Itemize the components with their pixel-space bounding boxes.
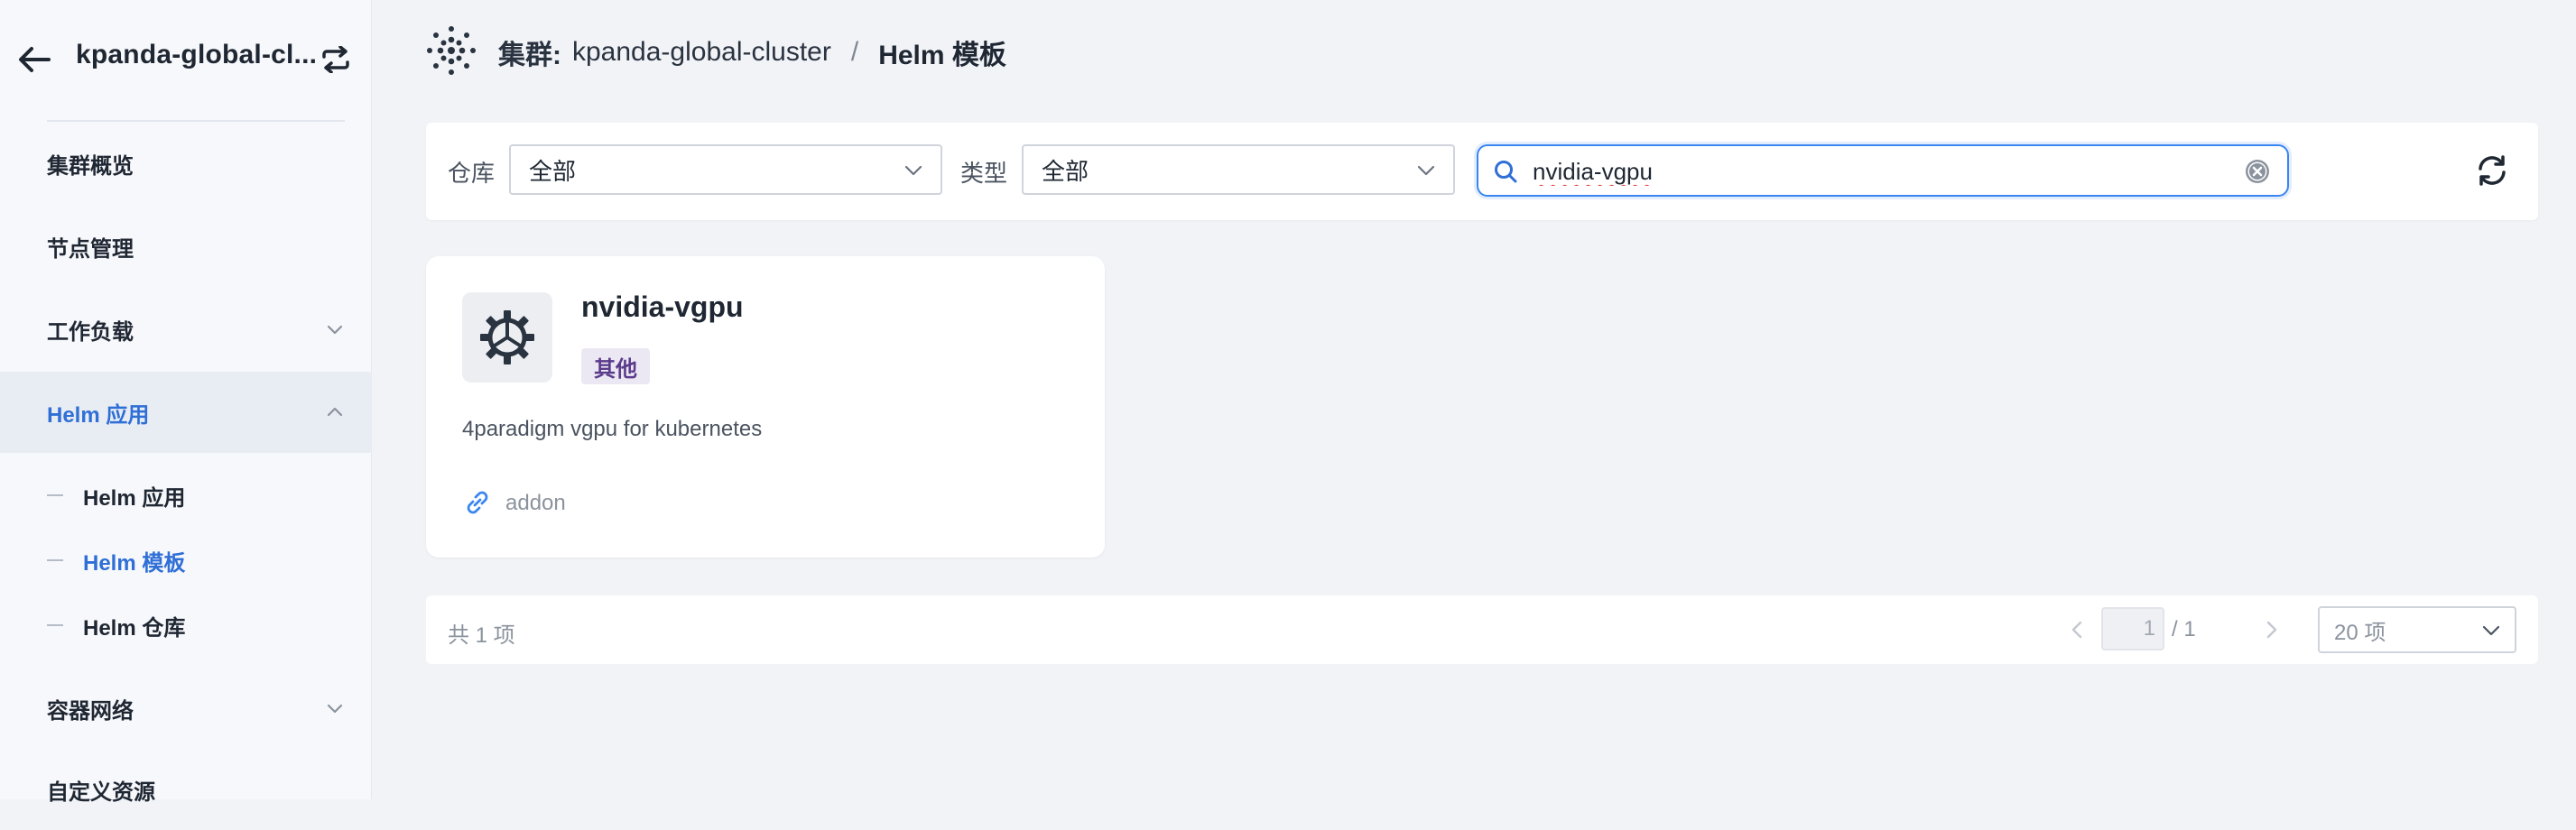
breadcrumb-separator: / [850,37,859,67]
sidebar-item-node-management[interactable]: 节点管理 [0,206,372,287]
sidebar-item-label: 集群概览 [47,153,134,179]
page-size-value: 20 项 [2334,620,2386,645]
sidebar-item-cluster-overview[interactable]: 集群概览 [0,123,372,204]
cluster-logo-icon [427,26,476,75]
chevron-down-icon [2482,625,2500,636]
sidebar-item-label: 自定义资源 [47,779,155,805]
chart-icon [462,292,552,383]
sidebar-item-workloads[interactable]: 工作负载 [0,289,372,370]
search-box[interactable] [1477,144,2289,197]
search-input[interactable] [1531,155,2220,188]
refresh-button[interactable] [2471,150,2513,191]
chevron-left-icon[interactable] [2062,613,2094,646]
page-number-input[interactable] [2101,607,2164,650]
sidebar-subitem-helm-repos[interactable]: Helm 仓库 [0,598,372,652]
cluster-title: kpanda-global-cl... [76,40,318,69]
sidebar-subitem-label: Helm 模板 [83,550,186,576]
breadcrumb-current: Helm 模板 [878,41,1006,70]
refresh-icon [2479,155,2506,186]
dash-marker [47,624,63,626]
chevron-right-icon[interactable] [2255,613,2287,646]
chevron-down-icon [327,704,343,714]
card-description: 4paradigm vgpu for kubernetes [462,417,763,441]
sidebar-item-custom-resources[interactable]: 自定义资源 [0,749,372,830]
sidebar-divider [47,120,345,122]
filter-bar: 仓库 全部 类型 全部 [426,123,2538,220]
sidebar-subitem-label: Helm 仓库 [83,615,186,641]
sidebar-item-helm-apps[interactable]: Helm 应用 [0,372,372,453]
card-title[interactable]: nvidia-vgpu [581,290,744,324]
total-count: 共 1 项 [448,623,515,648]
dash-marker [47,494,63,496]
category-tag: 其他 [581,348,650,384]
breadcrumb: 集群: kpanda-global-cluster / Helm 模板 [498,32,1006,72]
template-card[interactable]: nvidia-vgpu 其他 4paradigm vgpu for kubern… [426,256,1105,558]
dash-marker [47,559,63,561]
sidebar: kpanda-global-cl... 集群概览 节点管理 工作负载 Helm … [0,0,372,805]
card-repo-name: addon [505,491,566,515]
sidebar-subitem-helm-apps[interactable]: Helm 应用 [0,468,372,522]
sidebar-subitem-label: Helm 应用 [83,485,186,511]
sidebar-item-label: Helm 应用 [47,402,150,428]
chevron-down-icon [904,165,922,176]
page-total: / 1 [2172,617,2196,641]
breadcrumb-cluster-label: 集群: [498,41,561,70]
repo-filter-label: 仓库 [448,160,496,187]
pagination-bar: 共 1 项 / 1 20 项 [426,595,2538,664]
sidebar-item-label: 容器网络 [47,698,134,724]
sidebar-item-label: 工作负载 [47,319,134,345]
link-icon [467,491,488,514]
back-arrow-icon[interactable] [16,42,52,78]
search-icon [1495,161,1517,183]
sidebar-item-label: 节点管理 [47,236,134,262]
chevron-down-icon [327,325,343,335]
chevron-down-icon [1417,165,1435,176]
sidebar-item-container-network[interactable]: 容器网络 [0,668,372,749]
switch-cluster-icon[interactable] [318,42,354,78]
type-filter-label: 类型 [960,160,1008,187]
sidebar-header: kpanda-global-cl... [0,0,372,117]
gear-icon [480,310,534,364]
repo-select[interactable]: 全部 [509,144,942,195]
breadcrumb-cluster-name[interactable]: kpanda-global-cluster [572,37,831,68]
sidebar-subitem-helm-templates[interactable]: Helm 模板 [0,533,372,587]
type-select[interactable]: 全部 [1022,144,1455,195]
chevron-up-icon [327,407,343,417]
clear-icon[interactable] [2244,158,2271,185]
repo-select-value: 全部 [529,157,577,185]
type-select-value: 全部 [1042,157,1089,185]
page-size-select[interactable]: 20 项 [2318,606,2516,653]
